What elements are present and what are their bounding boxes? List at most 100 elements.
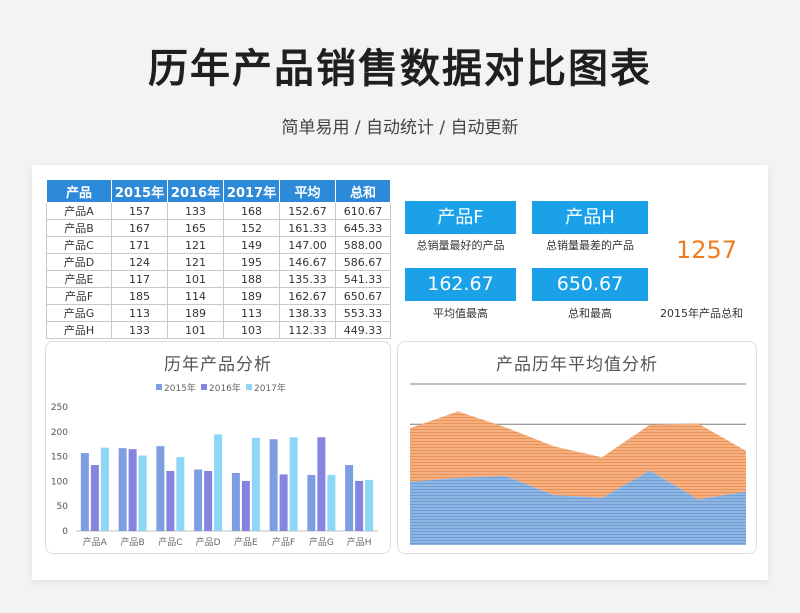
table-row: 产品B 167 165 152 161.33 645.33 xyxy=(46,219,391,237)
bar xyxy=(355,480,364,531)
y-tick-label: 100 xyxy=(51,477,68,487)
legend-label: 2016年 xyxy=(209,382,241,394)
table-cell-y2016: 133 xyxy=(167,202,224,220)
bar xyxy=(176,457,185,531)
sum-max-box: 650.67 xyxy=(532,268,648,301)
sales-table: 产品 2015年 2016年 2017年 平均 总和 产品A 157 133 168 1… xyxy=(46,179,391,339)
table-cell-product: 产品G xyxy=(46,304,112,322)
table-row: 产品F 185 114 189 162.67 650.67 xyxy=(46,287,391,305)
bar xyxy=(156,446,165,531)
table-cell-y2017: 149 xyxy=(223,236,280,254)
area-chart-panel: 产品历年平均值分析 xyxy=(397,341,757,554)
table-cell-product: 产品A xyxy=(46,202,112,220)
table-cell-product: 产品E xyxy=(46,270,112,288)
x-tick-label: 产品H xyxy=(347,536,372,548)
bar xyxy=(194,469,203,531)
header-2015: 2015年 xyxy=(111,179,168,203)
bar xyxy=(279,474,288,531)
table-cell-sum: 650.67 xyxy=(335,287,391,305)
bar xyxy=(251,437,260,531)
header-product: 产品 xyxy=(46,179,112,203)
table-cell-average: 161.33 xyxy=(279,219,336,237)
y-tick-label: 200 xyxy=(51,428,68,438)
table-cell-y2015: 124 xyxy=(111,253,168,271)
legend-label: 2017年 xyxy=(254,382,286,394)
bar xyxy=(269,439,278,531)
table-cell-product: 产品C xyxy=(46,236,112,254)
bar xyxy=(118,448,127,531)
bar-chart: 2015年 2016年 2017年 0 50 100 150 200 250 产品A 产品B 产品C… xyxy=(51,382,378,548)
y-tick-label: 50 xyxy=(57,502,69,512)
bar xyxy=(231,472,240,531)
legend-label: 2015年 xyxy=(164,382,196,394)
x-tick-label: 产品B xyxy=(121,536,145,548)
table-cell-y2015: 171 xyxy=(111,236,168,254)
header-2016: 2016年 xyxy=(167,179,224,203)
table-header-row: 产品 2015年 2016年 2017年 平均 总和 xyxy=(46,179,391,203)
bar xyxy=(166,470,175,531)
table-cell-y2015: 113 xyxy=(111,304,168,322)
table-cell-sum: 449.33 xyxy=(335,321,391,339)
table-cell-product: 产品H xyxy=(46,321,112,339)
header-2017: 2017年 xyxy=(223,179,280,203)
page-subtitle: 简单易用 / 自动统计 / 自动更新 xyxy=(281,118,519,138)
bar xyxy=(241,480,250,531)
table-cell-sum: 553.33 xyxy=(335,304,391,322)
header-sum: 总和 xyxy=(335,179,391,203)
worst-product-box: 产品H xyxy=(532,201,648,234)
table-cell-sum: 588.00 xyxy=(335,236,391,254)
table-cell-y2017: 195 xyxy=(223,253,280,271)
table-row: 产品G 113 189 113 138.33 553.33 xyxy=(46,304,391,322)
bar-chart-panel: 历年产品分析 2015年 2016年 2017年 0 50 100 150 200 250 产品… xyxy=(45,341,391,554)
table-body: 产品A 157 133 168 152.67 610.67 产品B 167 165 152 161.… xyxy=(46,202,391,339)
legend-swatch xyxy=(156,384,162,390)
table-cell-y2017: 168 xyxy=(223,202,280,220)
bar xyxy=(317,437,326,531)
x-tick-label: 产品F xyxy=(272,536,295,548)
table-cell-y2017: 113 xyxy=(223,304,280,322)
table-cell-y2016: 121 xyxy=(167,253,224,271)
bar xyxy=(289,437,298,531)
bar xyxy=(327,474,336,531)
best-product-label: 总销量最好的产品 xyxy=(416,239,505,252)
x-tick-label: 产品A xyxy=(83,536,108,548)
table-cell-average: 147.00 xyxy=(279,236,336,254)
page-title: 历年产品销售数据对比图表 xyxy=(148,46,652,92)
table-cell-average: 138.33 xyxy=(279,304,336,322)
total-2015-value: 1257 xyxy=(676,236,738,264)
legend-swatch xyxy=(246,384,252,390)
table-cell-y2015: 117 xyxy=(111,270,168,288)
worst-product-label: 总销量最差的产品 xyxy=(546,239,634,252)
table-row: 产品E 117 101 188 135.33 541.33 xyxy=(46,270,391,288)
table-cell-average: 112.33 xyxy=(279,321,336,339)
table-cell-sum: 586.67 xyxy=(335,253,391,271)
table-cell-y2016: 121 xyxy=(167,236,224,254)
table-cell-y2016: 114 xyxy=(167,287,224,305)
table-cell-sum: 610.67 xyxy=(335,202,391,220)
total-2015-label: 2015年产品总和 xyxy=(660,307,743,320)
y-tick-label: 250 xyxy=(51,403,68,413)
bar xyxy=(100,447,109,531)
table-cell-y2017: 189 xyxy=(223,287,280,305)
table-cell-sum: 541.33 xyxy=(335,270,391,288)
table-row: 产品H 133 101 103 112.33 449.33 xyxy=(46,321,391,339)
table-cell-average: 152.67 xyxy=(279,202,336,220)
table-cell-average: 135.33 xyxy=(279,270,336,288)
bar xyxy=(214,434,223,531)
table-cell-y2016: 165 xyxy=(167,219,224,237)
y-tick-label: 150 xyxy=(51,453,68,463)
avg-max-box: 162.67 xyxy=(405,268,516,301)
table-cell-y2017: 103 xyxy=(223,321,280,339)
table-cell-y2017: 152 xyxy=(223,219,280,237)
table-cell-y2016: 101 xyxy=(167,321,224,339)
x-tick-label: 产品G xyxy=(309,536,334,548)
bar xyxy=(307,474,316,531)
bar xyxy=(128,449,137,531)
bar xyxy=(90,465,99,531)
table-cell-product: 产品D xyxy=(46,253,112,271)
table-cell-product: 产品B xyxy=(46,219,112,237)
bar xyxy=(138,455,147,531)
area-chart xyxy=(410,383,746,545)
table-cell-y2015: 133 xyxy=(111,321,168,339)
sum-max-label: 总和最高 xyxy=(568,307,612,320)
